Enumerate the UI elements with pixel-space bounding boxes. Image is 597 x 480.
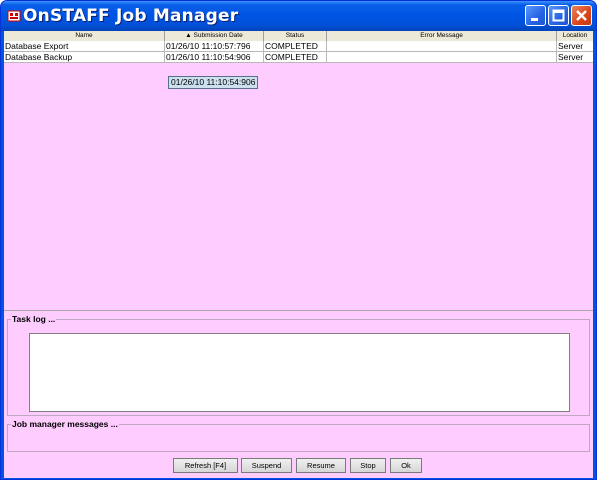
date-tooltip: 01/26/10 11:10:54:906 <box>168 76 259 89</box>
cell-name: Database Backup <box>4 52 165 63</box>
cell-error-message <box>327 52 557 63</box>
cell-submission-date: 01/26/10 11:10:54:906 <box>165 52 264 63</box>
col-header-error-message[interactable]: Error Message <box>327 31 557 41</box>
task-log-textarea[interactable] <box>29 333 570 412</box>
close-button[interactable] <box>571 5 592 26</box>
window-title: OnSTAFF Job Manager <box>23 6 239 26</box>
maximize-button[interactable] <box>548 5 569 26</box>
title-bar[interactable]: OnSTAFF Job Manager <box>1 1 596 31</box>
task-log-title: Task log ... <box>11 314 57 324</box>
job-manager-messages-panel: Job manager messages ... <box>7 419 590 452</box>
jobs-table[interactable]: Name ▲ Submission Date Status Error Mess… <box>4 31 593 311</box>
table-row[interactable]: Database Export 01/26/10 11:10:57:796 CO… <box>4 41 593 52</box>
stop-button[interactable]: Stop <box>350 458 386 473</box>
ok-button[interactable]: Ok <box>390 458 422 473</box>
col-header-submission-date-label: Submission Date <box>193 32 243 39</box>
job-manager-messages-title: Job manager messages ... <box>11 419 119 429</box>
table-row[interactable]: Database Backup 01/26/10 11:10:54:906 CO… <box>4 52 593 63</box>
minimize-icon <box>531 18 538 21</box>
cell-location: Server <box>558 41 584 51</box>
app-window: OnSTAFF Job Manager Name ▲ Submission Da… <box>0 0 597 480</box>
cell-status: COMPLETED <box>264 41 327 52</box>
cell-status: COMPLETED <box>264 52 327 63</box>
suspend-button[interactable]: Suspend <box>241 458 292 473</box>
cell-name: Database Export <box>4 41 165 52</box>
col-header-location[interactable]: Location <box>557 31 593 41</box>
col-header-status[interactable]: Status <box>264 31 327 41</box>
task-log-panel: Task log ... <box>7 314 590 416</box>
app-icon <box>7 10 21 22</box>
sort-ascending-icon: ▲ <box>185 32 192 39</box>
col-header-submission-date[interactable]: ▲ Submission Date <box>165 31 264 41</box>
maximize-icon <box>552 9 565 22</box>
cell-location: Server <box>558 52 584 62</box>
col-header-name[interactable]: Name <box>4 31 165 41</box>
refresh-button[interactable]: Refresh [F4] <box>173 458 238 473</box>
resume-button[interactable]: Resume <box>296 458 346 473</box>
minimize-button[interactable] <box>525 5 546 26</box>
close-icon <box>576 10 587 21</box>
client-area: Name ▲ Submission Date Status Error Mess… <box>4 31 593 478</box>
cell-submission-date: 01/26/10 11:10:57:796 <box>165 41 264 52</box>
cell-error-message <box>327 41 557 52</box>
